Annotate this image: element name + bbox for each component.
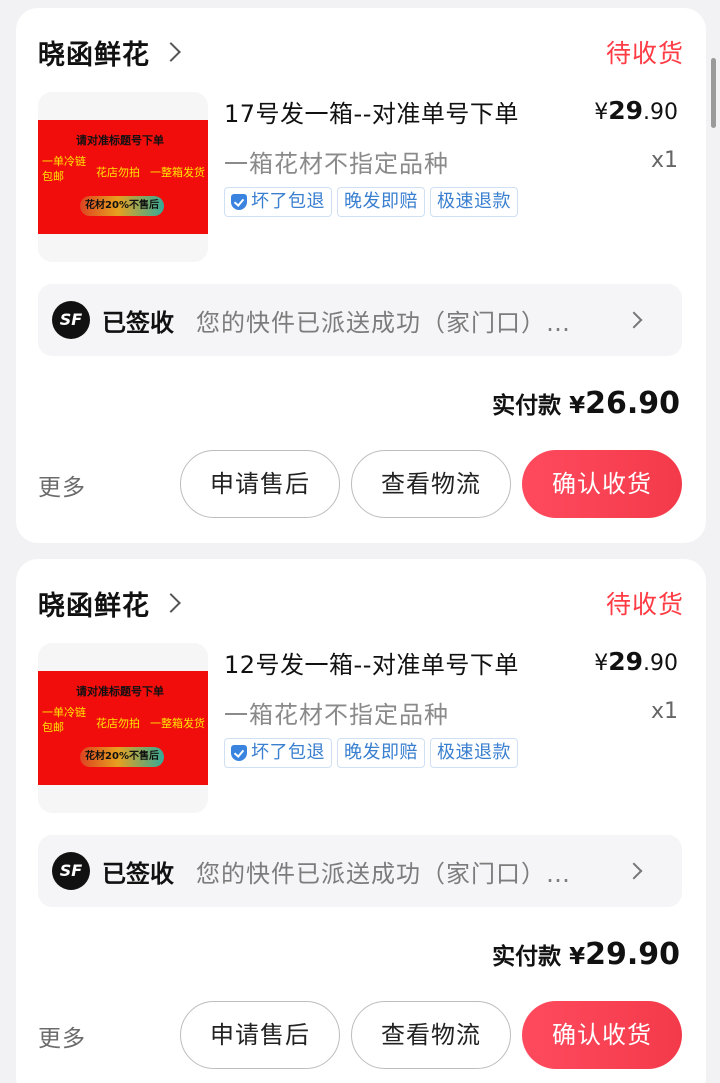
paid-label: 实付款 bbox=[492, 393, 562, 419]
paid-currency: ¥ bbox=[569, 393, 586, 419]
service-tag: 晚发即赔 bbox=[337, 738, 425, 768]
banner-line: 花店勿拍 bbox=[96, 717, 140, 730]
shield-check-icon bbox=[231, 745, 247, 761]
logistics-row[interactable]: SF 已签收 您的快件已派送成功（家门口）… bbox=[38, 835, 682, 907]
shop-link[interactable]: 晓函鲜花 bbox=[38, 584, 181, 623]
chevron-right-icon bbox=[625, 311, 643, 329]
service-tag: 极速退款 bbox=[430, 738, 518, 768]
sf-express-icon: SF bbox=[52, 301, 90, 339]
paid-amount: 26.90 bbox=[585, 386, 680, 421]
paid-amount-row: 实付款 ¥ 26.90 bbox=[492, 386, 680, 421]
price-integer: 29 bbox=[608, 647, 643, 676]
tag-label: 晚发即赔 bbox=[344, 742, 418, 763]
after-sale-button[interactable]: 申请售后 bbox=[180, 450, 340, 518]
logistics-status: 已签收 bbox=[102, 308, 174, 337]
shop-name: 晓函鲜花 bbox=[38, 39, 150, 71]
more-button[interactable]: 更多 bbox=[38, 1019, 86, 1053]
confirm-receipt-button[interactable]: 确认收货 bbox=[522, 450, 682, 518]
chevron-right-icon bbox=[161, 42, 181, 62]
service-tag: 坏了包退 bbox=[224, 187, 332, 217]
banner-line: 请对准标题号下单 bbox=[76, 685, 164, 698]
banner-line: 请对准标题号下单 bbox=[76, 134, 164, 147]
sf-express-icon: SF bbox=[52, 852, 90, 890]
order-actions: 更多 申请售后 查看物流 确认收货 bbox=[38, 1001, 684, 1069]
order-status: 待收货 bbox=[605, 590, 684, 619]
order-status: 待收货 bbox=[605, 39, 684, 68]
track-logistics-button[interactable]: 查看物流 bbox=[351, 450, 511, 518]
chevron-right-icon bbox=[625, 862, 643, 880]
product-banner: 请对准标题号下单 一单冷链包邮 花店勿拍 一整箱发货 花材20%不售后 bbox=[38, 120, 208, 234]
order-card[interactable]: 晓函鲜花 待收货 请对准标题号下单 一单冷链包邮 花店勿拍 一整箱发货 花材20… bbox=[16, 8, 706, 543]
price-decimal: .90 bbox=[643, 100, 678, 125]
more-button[interactable]: 更多 bbox=[38, 468, 86, 502]
shop-link[interactable]: 晓函鲜花 bbox=[38, 33, 181, 72]
shield-check-icon bbox=[231, 194, 247, 210]
service-tags: 坏了包退 晚发即赔 极速退款 bbox=[224, 738, 518, 768]
price-integer: 29 bbox=[608, 96, 643, 125]
track-logistics-button[interactable]: 查看物流 bbox=[351, 1001, 511, 1069]
tag-label: 晚发即赔 bbox=[344, 191, 418, 212]
banner-pill: 花材20%不售后 bbox=[80, 747, 164, 767]
service-tag: 坏了包退 bbox=[224, 738, 332, 768]
product-banner: 请对准标题号下单 一单冷链包邮 花店勿拍 一整箱发货 花材20%不售后 bbox=[38, 671, 208, 785]
banner-pill: 花材20%不售后 bbox=[80, 196, 164, 216]
product-quantity: x1 bbox=[650, 699, 678, 724]
banner-line: 一整箱发货 bbox=[150, 717, 205, 730]
product-title[interactable]: 17号发一箱--对准单号下单 bbox=[224, 94, 564, 129]
tag-label: 极速退款 bbox=[437, 742, 511, 763]
paid-currency: ¥ bbox=[569, 944, 586, 970]
price-currency: ¥ bbox=[594, 100, 609, 125]
scrollbar[interactable] bbox=[711, 58, 716, 128]
price-currency: ¥ bbox=[594, 651, 609, 676]
after-sale-button[interactable]: 申请售后 bbox=[180, 1001, 340, 1069]
product-price: ¥29.90 bbox=[594, 96, 678, 125]
shop-name: 晓函鲜花 bbox=[38, 590, 150, 622]
product-title[interactable]: 12号发一箱--对准单号下单 bbox=[224, 645, 564, 680]
service-tag: 晚发即赔 bbox=[337, 187, 425, 217]
order-actions: 更多 申请售后 查看物流 确认收货 bbox=[38, 450, 684, 518]
product-price: ¥29.90 bbox=[594, 647, 678, 676]
tag-label: 坏了包退 bbox=[251, 191, 325, 212]
product-image[interactable]: 请对准标题号下单 一单冷链包邮 花店勿拍 一整箱发货 花材20%不售后 bbox=[38, 643, 208, 813]
banner-line: 花店勿拍 bbox=[96, 166, 140, 179]
service-tag: 极速退款 bbox=[430, 187, 518, 217]
shop-header: 晓函鲜花 待收货 bbox=[38, 583, 684, 623]
paid-label: 实付款 bbox=[492, 944, 562, 970]
banner-line: 一整箱发货 bbox=[150, 166, 205, 179]
chevron-right-icon bbox=[161, 593, 181, 613]
price-decimal: .90 bbox=[643, 651, 678, 676]
service-tags: 坏了包退 晚发即赔 极速退款 bbox=[224, 187, 518, 217]
product-spec: 一箱花材不指定品种 bbox=[224, 150, 449, 178]
logistics-row[interactable]: SF 已签收 您的快件已派送成功（家门口）… bbox=[38, 284, 682, 356]
confirm-receipt-button[interactable]: 确认收货 bbox=[522, 1001, 682, 1069]
product-spec: 一箱花材不指定品种 bbox=[224, 701, 449, 729]
banner-line: 一单冷链包邮 bbox=[42, 155, 86, 183]
logistics-text: 您的快件已派送成功（家门口）… bbox=[196, 308, 571, 337]
product-quantity: x1 bbox=[650, 148, 678, 173]
tag-label: 极速退款 bbox=[437, 191, 511, 212]
order-card[interactable]: 晓函鲜花 待收货 请对准标题号下单 一单冷链包邮 花店勿拍 一整箱发货 花材20… bbox=[16, 559, 706, 1083]
paid-amount: 29.90 bbox=[585, 937, 680, 972]
logistics-status: 已签收 bbox=[102, 859, 174, 888]
paid-amount-row: 实付款 ¥ 29.90 bbox=[492, 937, 680, 972]
product-image[interactable]: 请对准标题号下单 一单冷链包邮 花店勿拍 一整箱发货 花材20%不售后 bbox=[38, 92, 208, 262]
logistics-text: 您的快件已派送成功（家门口）… bbox=[196, 859, 571, 888]
shop-header: 晓函鲜花 待收货 bbox=[38, 32, 684, 72]
banner-line: 一单冷链包邮 bbox=[42, 706, 86, 734]
tag-label: 坏了包退 bbox=[251, 742, 325, 763]
